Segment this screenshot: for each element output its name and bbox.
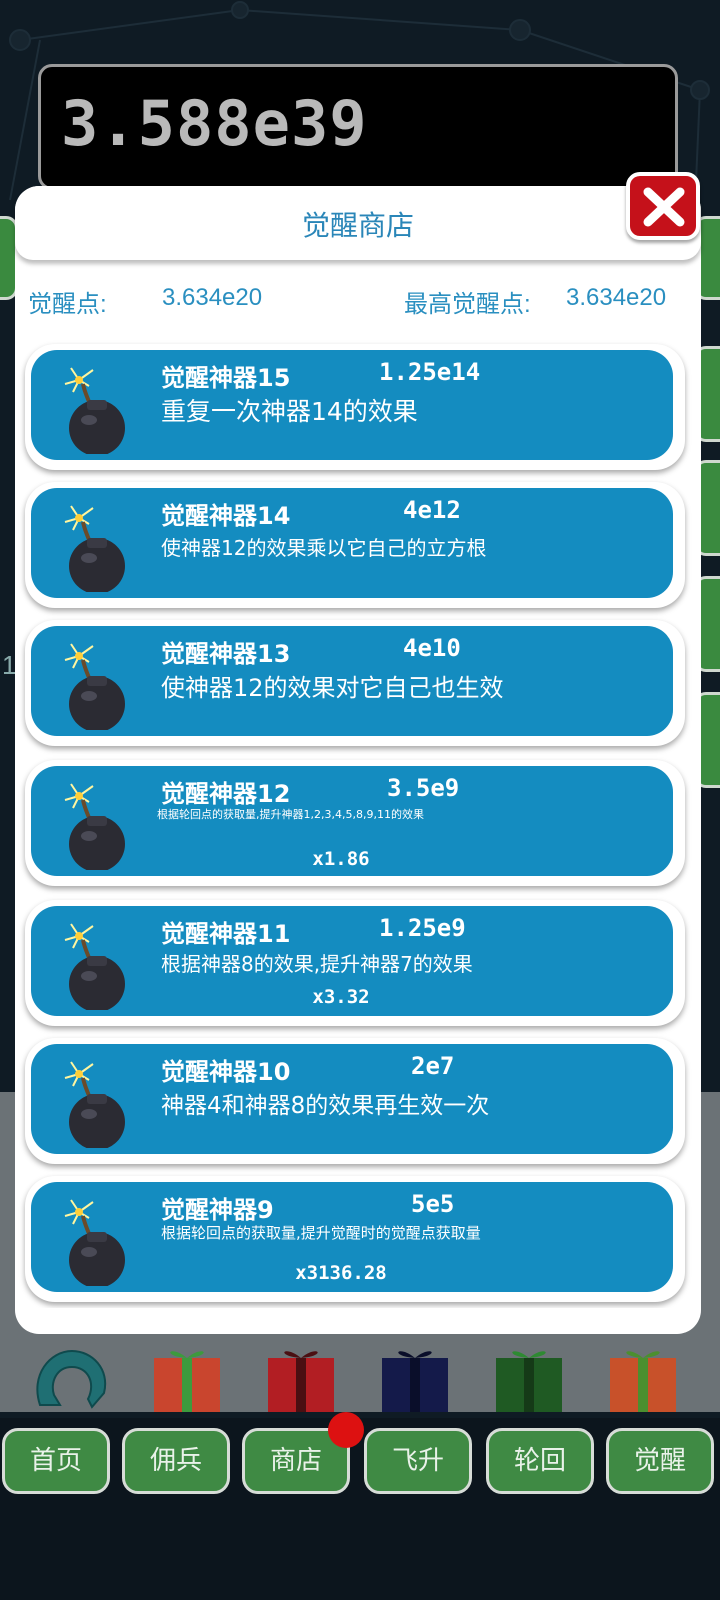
- notification-dot: [328, 1412, 364, 1448]
- artifact-item-14[interactable]: 觉醒神器14 4e12 使神器12的效果乘以它自己的立方根: [25, 482, 685, 608]
- bomb-icon: [64, 643, 125, 730]
- artifact-description: 重复一次神器14的效果: [161, 397, 418, 426]
- horseshoe-icon[interactable]: [30, 1345, 110, 1417]
- artifact-name: 觉醒神器14: [161, 502, 291, 530]
- close-button[interactable]: [626, 172, 700, 240]
- artifact-card: 觉醒神器14 4e12 使神器12的效果乘以它自己的立方根: [31, 488, 673, 598]
- bomb-icon: [64, 367, 125, 454]
- bomb-icon: [64, 1061, 125, 1148]
- artifact-card: 觉醒神器9 5e5 根据轮回点的获取量,提升觉醒时的觉醒点获取量 x3136.2…: [31, 1182, 673, 1292]
- score-value: 3.588e39: [61, 87, 368, 160]
- nav-ascend-button[interactable]: 飞升: [364, 1428, 472, 1494]
- artifact-multiplier: x3.32: [312, 986, 370, 1008]
- artifact-description: 使神器12的效果对它自己也生效: [161, 674, 504, 702]
- artifact-cost: 4e12: [403, 496, 461, 524]
- artifact-card: 觉醒神器15 1.25e14 重复一次神器14的效果: [31, 350, 673, 460]
- artifact-name: 觉醒神器10: [161, 1058, 291, 1086]
- artifact-description: 神器4和神器8的效果再生效一次: [161, 1093, 490, 1119]
- bomb-icon: [64, 505, 125, 592]
- artifact-card: 觉醒神器13 4e10 使神器12的效果对它自己也生效: [31, 626, 673, 736]
- nav-reincarnate-button[interactable]: 轮回: [486, 1428, 594, 1494]
- artifact-cost: 2e7: [411, 1052, 455, 1080]
- artifact-name: 觉醒神器11: [161, 920, 291, 948]
- artifact-cost: 1.25e9: [379, 914, 466, 942]
- awaken-points-label: 觉醒点:: [28, 291, 107, 318]
- nav-mercenary-button[interactable]: 佣兵: [122, 1428, 230, 1494]
- artifact-name: 觉醒神器13: [161, 640, 291, 668]
- max-awaken-points-value: 3.634e20: [566, 284, 667, 311]
- artifact-card: 觉醒神器12 3.5e9 根据轮回点的获取量,提升神器1,2,3,4,5,8,9…: [31, 766, 673, 876]
- artifact-item-15[interactable]: 觉醒神器15 1.25e14 重复一次神器14的效果: [25, 344, 685, 470]
- gift-icon-orange[interactable]: [606, 1340, 680, 1414]
- gift-icon-green[interactable]: [492, 1340, 566, 1414]
- gift-icon-navy[interactable]: [378, 1340, 452, 1414]
- artifact-description: 根据神器8的效果,提升神器7的效果: [161, 952, 473, 976]
- artifact-multiplier: x3136.28: [295, 1262, 387, 1284]
- awaken-points-value: 3.634e20: [162, 284, 263, 311]
- artifact-name: 觉醒神器9: [161, 1196, 274, 1224]
- artifact-name: 觉醒神器12: [161, 780, 291, 808]
- artifact-description: 根据轮回点的获取量,提升神器1,2,3,4,5,8,9,11的效果: [157, 808, 424, 821]
- artifact-item-11[interactable]: 觉醒神器11 1.25e9 根据神器8的效果,提升神器7的效果 x3.32: [25, 900, 685, 1026]
- artifact-list[interactable]: 觉醒神器15 1.25e14 重复一次神器14的效果 觉醒神器14 4e12 使…: [15, 340, 701, 1308]
- close-icon: [643, 187, 685, 227]
- gift-icon-darkred[interactable]: [264, 1340, 338, 1414]
- artifact-item-10[interactable]: 觉醒神器10 2e7 神器4和神器8的效果再生效一次: [25, 1038, 685, 1164]
- artifact-name: 觉醒神器15: [161, 364, 291, 392]
- modal-header: 觉醒商店: [15, 186, 701, 260]
- artifact-description: 根据轮回点的获取量,提升觉醒时的觉醒点获取量: [161, 1224, 481, 1242]
- artifact-cost: 4e10: [403, 634, 461, 662]
- artifact-card: 觉醒神器10 2e7 神器4和神器8的效果再生效一次: [31, 1044, 673, 1154]
- artifact-item-9[interactable]: 觉醒神器9 5e5 根据轮回点的获取量,提升觉醒时的觉醒点获取量 x3136.2…: [25, 1176, 685, 1302]
- modal-title: 觉醒商店: [301, 209, 414, 242]
- artifact-card: 觉醒神器11 1.25e9 根据神器8的效果,提升神器7的效果 x3.32: [31, 906, 673, 1016]
- artifact-cost: 1.25e14: [379, 358, 481, 386]
- gift-icon-red[interactable]: [150, 1340, 224, 1414]
- artifact-cost: 5e5: [411, 1190, 455, 1218]
- artifact-item-13[interactable]: 觉醒神器13 4e10 使神器12的效果对它自己也生效: [25, 620, 685, 746]
- nav-awaken-button[interactable]: 觉醒: [606, 1428, 714, 1494]
- artifact-item-12[interactable]: 觉醒神器12 3.5e9 根据轮回点的获取量,提升神器1,2,3,4,5,8,9…: [25, 760, 685, 886]
- artifact-multiplier: x1.86: [312, 848, 370, 870]
- max-awaken-points-label: 最高觉醒点:: [404, 291, 531, 318]
- artifact-cost: 3.5e9: [387, 774, 460, 802]
- score-panel: 3.588e39: [38, 64, 678, 190]
- nav-home-button[interactable]: 首页: [2, 1428, 110, 1494]
- artifact-description: 使神器12的效果乘以它自己的立方根: [161, 536, 487, 560]
